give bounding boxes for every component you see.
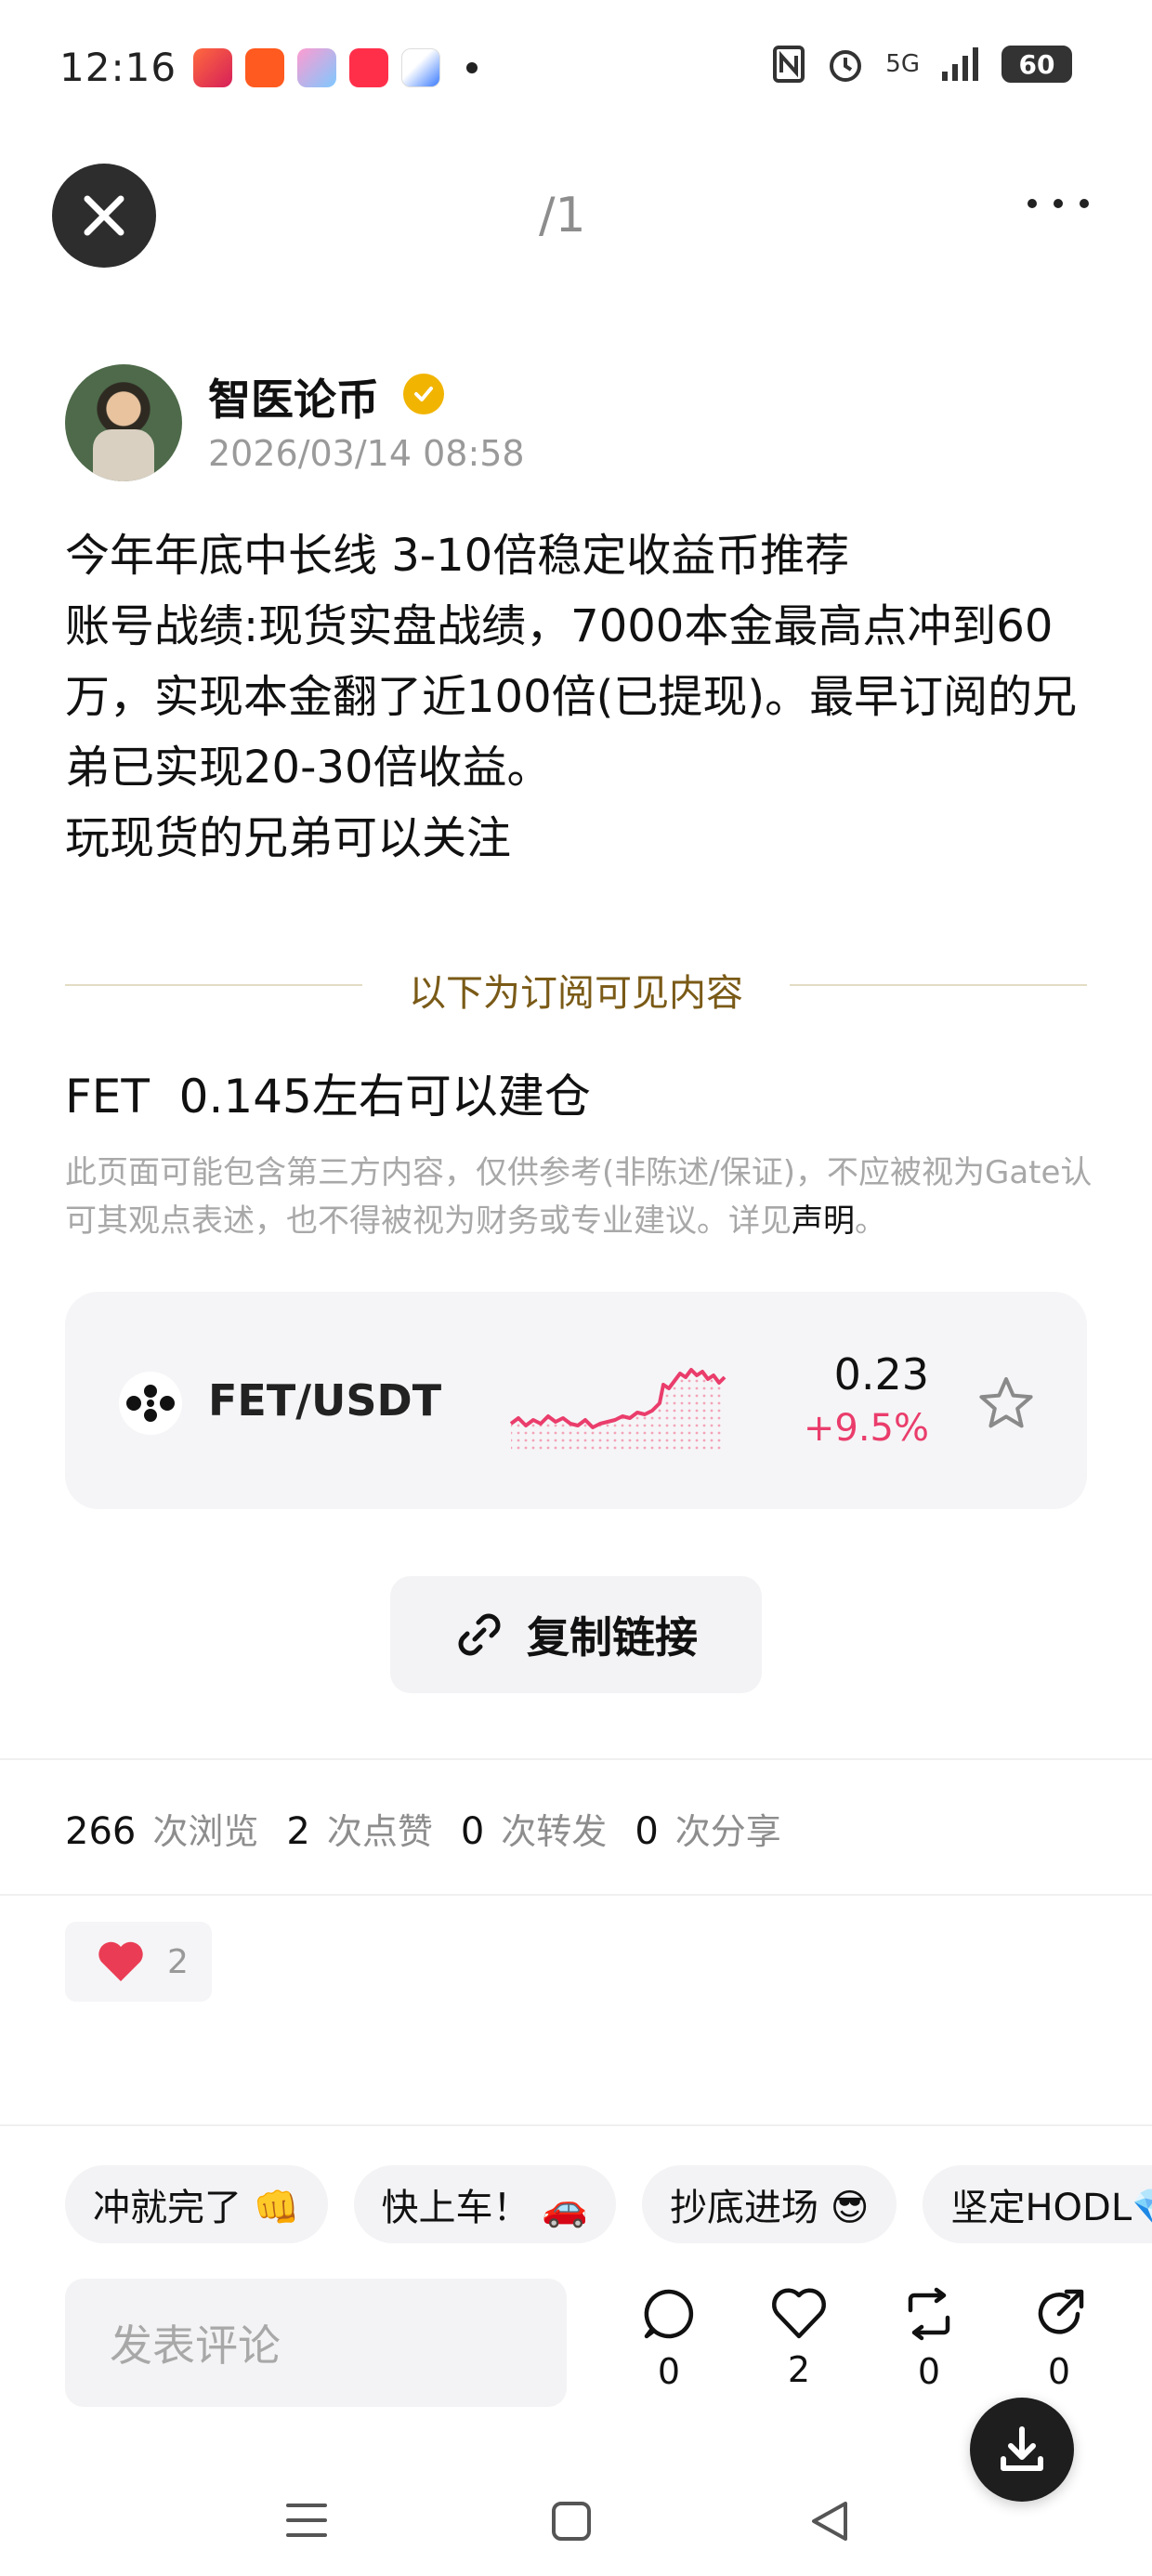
more-dot-icon: [1080, 199, 1089, 208]
quick-reply-chip[interactable]: 坚定HODL💎: [923, 2165, 1152, 2243]
comment-input[interactable]: 发表评论: [65, 2279, 567, 2407]
shares-count: 0: [635, 1810, 659, 1853]
share-count: 0: [1047, 2351, 1071, 2392]
disclaimer-link[interactable]: 声明: [792, 1203, 855, 1240]
status-bar: 12:16 5G 60: [0, 0, 1152, 139]
menu-nav-button[interactable]: [284, 2500, 329, 2544]
post-timestamp: 2026/03/14 08:58: [208, 433, 525, 474]
shares-label: 次分享: [674, 1811, 781, 1852]
disclaimer: 此页面可能包含第三方内容，仅供参考(非陈述/保证)，不应被视为Gate认可其观点…: [65, 1149, 1096, 1245]
status-right: 5G 60: [772, 45, 1072, 84]
views-label: 次浏览: [152, 1811, 259, 1852]
quick-reply-chip[interactable]: 快上车！ 🚗: [353, 2165, 617, 2243]
action-bar: 0 2 0 0: [604, 2286, 1124, 2392]
app-icon-pink: [297, 48, 336, 87]
post-stats: 266 次浏览 2 次点赞 0 次转发 0 次分享: [65, 1803, 809, 1854]
heart-icon: [98, 1941, 143, 1981]
divider-line: [0, 2124, 1152, 2126]
link-icon: [458, 1613, 501, 1656]
app-icon-618: [193, 48, 232, 87]
ticker-card[interactable]: FET/USDT 0.23 +9.5%: [65, 1292, 1087, 1509]
notification-icons: [193, 48, 478, 87]
star-icon: [979, 1377, 1033, 1428]
more-options-button[interactable]: [1028, 199, 1089, 208]
more-notifications-dot: [466, 62, 478, 73]
disclaimer-text: 此页面可能包含第三方内容，仅供参考(非陈述/保证)，不应被视为Gate认可其观点…: [65, 1154, 1093, 1240]
ticker-change: +9.5%: [803, 1407, 929, 1450]
subscriber-divider: 以下为订阅可见内容: [65, 957, 1087, 1015]
network-label: 5G: [885, 50, 920, 78]
subscriber-divider-label: 以下为订阅可见内容: [409, 972, 743, 1015]
views-count: 266: [65, 1810, 137, 1853]
comment-count: 0: [657, 2351, 681, 2392]
quick-reply-chip[interactable]: 冲就完了 👊: [65, 2165, 328, 2243]
author-name[interactable]: 智医论币: [208, 366, 379, 427]
alarm-icon: [830, 50, 862, 82]
share-button[interactable]: 0: [994, 2286, 1124, 2392]
status-time: 12:16: [59, 45, 177, 90]
more-dot-icon: [1028, 199, 1037, 208]
back-nav-button[interactable]: [808, 2500, 851, 2546]
more-dot-icon: [1054, 199, 1063, 208]
divider-line: [0, 1758, 1152, 1760]
like-button[interactable]: 2: [734, 2286, 864, 2392]
app-icon-map: [401, 48, 440, 87]
home-square-icon: [552, 2502, 591, 2541]
quick-reply-list: 冲就完了 👊 快上车！ 🚗 抄底进场 😎 坚定HODL💎: [65, 2165, 1152, 2243]
system-nav-bar: [0, 2472, 1152, 2576]
heart-outline-icon: [772, 2288, 826, 2339]
like-count: 2: [787, 2349, 811, 2390]
close-button[interactable]: [52, 164, 156, 268]
post-body: 今年年底中长线 3-10倍稳定收益币推荐 账号战绩:现货实盘战绩，7000本金最…: [65, 530, 1078, 864]
reposts-label: 次转发: [501, 1811, 608, 1852]
favorite-star-button[interactable]: [977, 1375, 1035, 1435]
reaction-count: 2: [167, 1942, 189, 1981]
heart-reaction-chip[interactable]: 2: [65, 1922, 212, 2002]
quick-reply-chip[interactable]: 抄底进场 😎: [642, 2165, 897, 2243]
comment-icon: [644, 2289, 694, 2339]
comment-button[interactable]: 0: [604, 2286, 734, 2392]
app-icon-orange: [245, 48, 284, 87]
likes-label: 次点赞: [326, 1811, 433, 1852]
reposts-count: 0: [460, 1810, 485, 1853]
copy-link-button[interactable]: 复制链接: [390, 1576, 762, 1693]
subscriber-content: FET 0.145左右可以建仓: [65, 1070, 591, 1124]
battery-icon: 60: [1001, 46, 1072, 83]
nfc-icon: [773, 46, 805, 83]
disclaimer-end: 。: [855, 1203, 886, 1240]
author-avatar[interactable]: [65, 364, 182, 481]
ticker-price: 0.23: [833, 1349, 929, 1400]
share-icon: [1038, 2289, 1084, 2334]
repost-icon: [908, 2287, 950, 2341]
ticker-pair: FET/USDT: [208, 1375, 442, 1426]
fet-logo-icon: [119, 1372, 182, 1435]
close-icon: [84, 195, 124, 236]
download-icon: [1001, 2426, 1043, 2471]
page-indicator: /1: [539, 188, 586, 243]
likes-count: 2: [286, 1810, 310, 1853]
copy-link-label: 复制链接: [527, 1612, 698, 1663]
repost-count: 0: [917, 2351, 941, 2392]
divider-line: [0, 1894, 1152, 1896]
home-nav-button[interactable]: [550, 2500, 593, 2546]
signal-icon: [942, 47, 978, 81]
app-icon-music: [349, 48, 388, 87]
back-triangle-icon: [812, 2502, 847, 2541]
price-sparkline: [509, 1368, 727, 1450]
repost-button[interactable]: 0: [864, 2286, 994, 2392]
verified-badge-icon: [403, 374, 444, 414]
battery-level: 60: [1018, 48, 1055, 80]
menu-icon: [286, 2504, 327, 2537]
